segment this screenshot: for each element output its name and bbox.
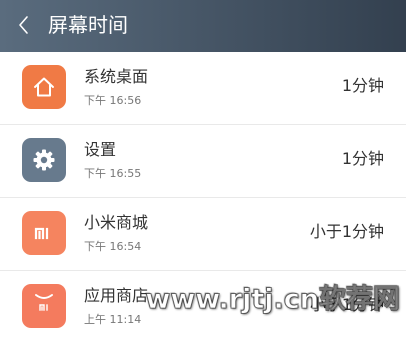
mi-logo-icon — [22, 211, 66, 255]
title-bar: 屏幕时间 — [0, 0, 406, 52]
watermark-text: www.rjtj.cn软荐网 — [145, 284, 401, 316]
gear-icon — [22, 138, 66, 182]
chevron-left-icon — [19, 16, 28, 34]
usage-duration: 小于1分钟 — [309, 222, 384, 241]
screen-time-page: 屏幕时间 系统桌面 下午 16:56 1分钟 设置 下午 16:55 1分钟 小… — [0, 0, 406, 346]
usage-duration: 1分钟 — [341, 76, 384, 95]
last-used-time: 下午 16:55 — [84, 167, 142, 180]
list-item-settings[interactable]: 设置 下午 16:55 1分钟 — [0, 125, 406, 198]
back-button[interactable] — [12, 12, 38, 38]
last-used-time: 下午 16:56 — [84, 94, 142, 107]
usage-duration: 1分钟 — [341, 149, 384, 168]
app-name: 系统桌面 — [84, 67, 149, 86]
app-name: 应用商店 — [84, 286, 149, 305]
last-used-time: 上午 11:14 — [84, 313, 142, 326]
app-name: 小米商城 — [84, 213, 149, 232]
home-icon — [22, 65, 66, 109]
last-used-time: 下午 16:54 — [84, 240, 142, 253]
page-title: 屏幕时间 — [48, 13, 128, 37]
list-item-mi-store[interactable]: 小米商城 下午 16:54 小于1分钟 — [0, 198, 406, 271]
app-name: 设置 — [84, 140, 117, 159]
list-item-system-desktop[interactable]: 系统桌面 下午 16:56 1分钟 — [0, 52, 406, 125]
shopping-bag-icon — [22, 284, 66, 328]
